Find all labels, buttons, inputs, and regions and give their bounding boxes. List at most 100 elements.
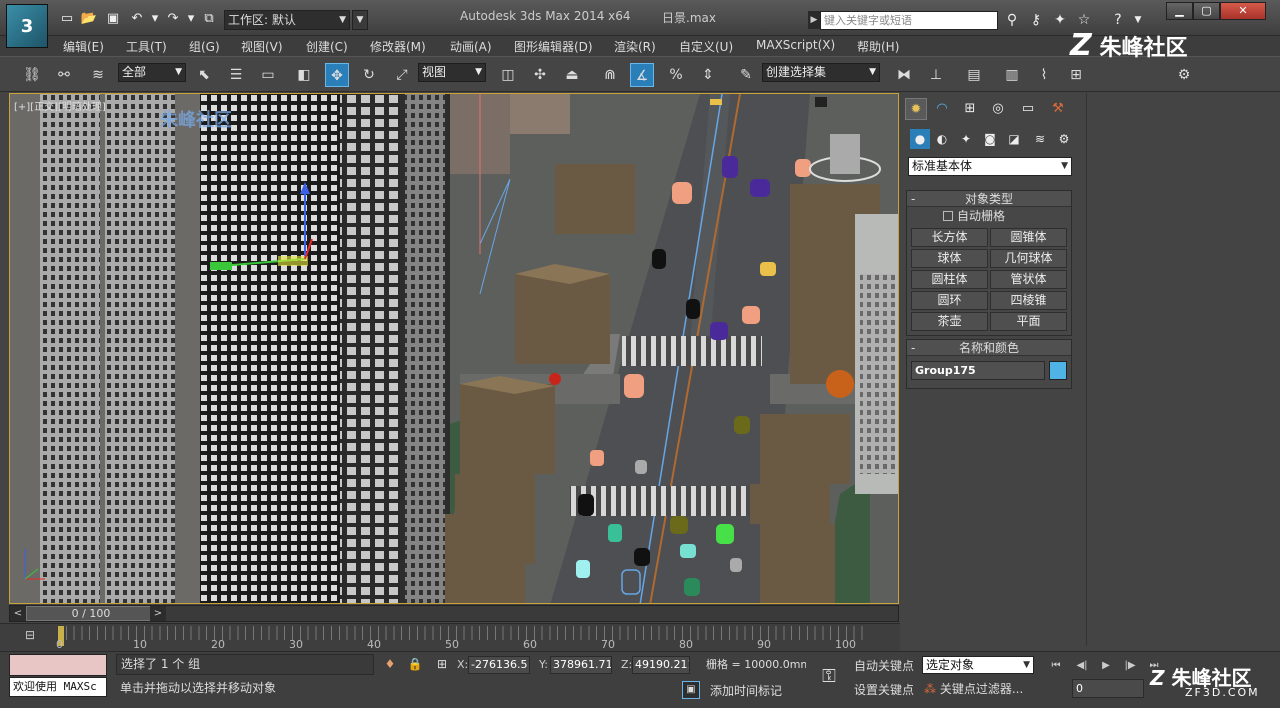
search-expand-icon[interactable]: ▶	[808, 11, 820, 29]
box-button[interactable]: 长方体	[911, 228, 988, 247]
menu-customize[interactable]: 自定义(U)	[679, 38, 733, 55]
open-file-icon[interactable]: 📂	[80, 10, 98, 28]
minimize-button[interactable]: ▁	[1166, 2, 1193, 20]
object-type-rollout-header[interactable]: - 对象类型	[907, 191, 1071, 207]
schematic-view-icon[interactable]: ⊞	[1064, 63, 1088, 87]
subscription-key-icon[interactable]: ⚷	[1026, 10, 1046, 30]
modify-tab-icon[interactable]: ◠	[931, 98, 953, 120]
utilities-tab-icon[interactable]: ⚒	[1047, 98, 1069, 120]
next-key-icon[interactable]: |▶	[1122, 658, 1138, 674]
curve-editor-icon[interactable]: ⌇	[1032, 63, 1056, 87]
cone-button[interactable]: 圆锥体	[990, 228, 1067, 247]
menu-help[interactable]: 帮助(H)	[857, 38, 899, 55]
menu-edit[interactable]: 编辑(E)	[63, 38, 104, 55]
cameras-category-icon[interactable]: ◙	[980, 129, 1000, 149]
application-menu-button[interactable]: 3	[6, 4, 48, 48]
help-dropdown-icon[interactable]: ▼	[1128, 10, 1148, 30]
helpers-category-icon[interactable]: ◪	[1004, 129, 1024, 149]
track-bar[interactable]: ⊟ 0 10 20 30 40 50 60 70 80 90 100	[0, 623, 900, 651]
selection-lock-icon[interactable]: 🔒	[407, 656, 423, 672]
new-file-icon[interactable]: ▭	[58, 10, 76, 28]
previous-key-icon[interactable]: ◀|	[1074, 658, 1090, 674]
systems-category-icon[interactable]: ⚙	[1054, 129, 1074, 149]
select-and-move-icon[interactable]: ✥	[325, 63, 349, 87]
create-tab-icon[interactable]: ✹	[905, 98, 927, 120]
mini-curve-editor-icon[interactable]: ⊟	[20, 628, 40, 646]
select-and-rotate-icon[interactable]: ↻	[357, 63, 381, 87]
menu-views[interactable]: 视图(V)	[241, 38, 283, 55]
pivot-center-icon[interactable]: ◫	[496, 63, 520, 87]
menu-tools[interactable]: 工具(T)	[126, 38, 167, 55]
perspective-viewport[interactable]: [+][正交][明暗处理] 朱峰社区	[9, 93, 899, 604]
unlink-icon[interactable]: ⚯	[52, 63, 76, 87]
isolate-selection-icon[interactable]: ♦	[382, 656, 398, 672]
reference-coordinate-dropdown[interactable]: 视图 ▼	[418, 63, 486, 82]
named-selection-dropdown[interactable]: 创建选择集 ▼	[762, 63, 880, 82]
edit-named-selection-icon[interactable]: ✎	[734, 63, 758, 87]
torus-button[interactable]: 圆环	[911, 291, 988, 310]
tube-button[interactable]: 管状体	[990, 270, 1067, 289]
y-coordinate-field[interactable]: 378961.71	[550, 656, 612, 674]
binoculars-icon[interactable]: ⚲	[1002, 10, 1022, 30]
angle-snap-icon[interactable]: ∡	[630, 63, 654, 87]
selection-filter-dropdown[interactable]: 全部 ▼	[118, 63, 186, 82]
z-coordinate-field[interactable]: 49190.211	[632, 656, 690, 674]
current-frame-field[interactable]: 0	[1072, 679, 1144, 698]
next-frame-icon[interactable]: >	[150, 606, 166, 621]
redo-dropdown-icon[interactable]: ▾	[182, 10, 200, 28]
menu-animation[interactable]: 动画(A)	[450, 38, 492, 55]
auto-grid-checkbox[interactable]: 自动栅格	[907, 207, 1071, 226]
search-input[interactable]: 键入关键字或短语	[820, 11, 998, 30]
project-folder-icon[interactable]: ⧉	[200, 10, 218, 28]
key-mode-dropdown[interactable]: 选定对象 ▼	[922, 656, 1034, 674]
lights-category-icon[interactable]: ✦	[956, 129, 976, 149]
quick-access-customize-icon[interactable]: ▼	[352, 10, 368, 30]
save-icon[interactable]: ▣	[104, 10, 122, 28]
set-key-button[interactable]: 设置关键点	[854, 681, 914, 698]
geosphere-button[interactable]: 几何球体	[990, 249, 1067, 268]
sphere-button[interactable]: 球体	[911, 249, 988, 268]
menu-graph-editors[interactable]: 图形编辑器(D)	[514, 38, 593, 55]
absolute-transform-icon[interactable]: ⊞	[434, 656, 450, 672]
viewport-label-menu[interactable]: [+][正交][明暗处理]	[14, 98, 106, 113]
space-warps-category-icon[interactable]: ≋	[1030, 129, 1050, 149]
set-key-icon[interactable]: ⚿	[814, 666, 844, 687]
auto-key-button[interactable]: 自动关键点	[854, 657, 914, 674]
add-time-tag-icon[interactable]: ▣	[682, 681, 700, 699]
layer-manager-icon[interactable]: ▤	[962, 63, 986, 87]
favorites-star-icon[interactable]: ☆	[1074, 10, 1094, 30]
rectangular-selection-icon[interactable]: ▭	[256, 63, 280, 87]
cylinder-button[interactable]: 圆柱体	[911, 270, 988, 289]
mirror-icon[interactable]: ⧓	[892, 63, 916, 87]
track-ruler[interactable]	[58, 626, 868, 640]
undo-icon[interactable]: ↶	[128, 10, 146, 28]
undo-dropdown-icon[interactable]: ▾	[146, 10, 164, 28]
menu-create[interactable]: 创建(C)	[306, 38, 348, 55]
motion-tab-icon[interactable]: ◎	[987, 98, 1009, 120]
keyboard-shortcut-override-icon[interactable]: ⏏	[560, 63, 584, 87]
communication-center-icon[interactable]: ✦	[1050, 10, 1070, 30]
teapot-button[interactable]: 茶壶	[911, 312, 988, 331]
percent-snap-icon[interactable]: %	[664, 63, 688, 87]
select-and-scale-icon[interactable]: ⤢	[390, 63, 414, 87]
workspace-dropdown[interactable]: 工作区: 默认 ▼	[224, 10, 350, 30]
spinner-snap-icon[interactable]: ⇕	[696, 63, 720, 87]
key-filters-button[interactable]: ⁂ 关键点过滤器...	[922, 680, 1034, 698]
geometry-category-icon[interactable]: ●	[910, 129, 930, 149]
object-name-field[interactable]: Group175	[911, 361, 1045, 380]
select-by-name-icon[interactable]: ☰	[224, 63, 248, 87]
window-crossing-icon[interactable]: ◧	[292, 63, 316, 87]
previous-frame-icon[interactable]: <	[10, 606, 26, 621]
manipulate-icon[interactable]: ✣	[528, 63, 552, 87]
play-icon[interactable]: ▶	[1098, 658, 1114, 674]
menu-rendering[interactable]: 渲染(R)	[614, 38, 656, 55]
object-color-swatch[interactable]	[1049, 361, 1067, 380]
maximize-button[interactable]: ▢	[1193, 2, 1220, 20]
shapes-category-icon[interactable]: ◐	[932, 129, 952, 149]
close-button[interactable]: ✕	[1220, 2, 1266, 20]
select-object-icon[interactable]: ⬉	[192, 63, 216, 87]
align-icon[interactable]: ⊥	[924, 63, 948, 87]
maxscript-listener-input[interactable]	[9, 654, 107, 676]
maxscript-listener-output[interactable]: 欢迎使用 MAXSc	[9, 677, 107, 697]
snaps-toggle-icon[interactable]: ⋒	[598, 63, 622, 87]
